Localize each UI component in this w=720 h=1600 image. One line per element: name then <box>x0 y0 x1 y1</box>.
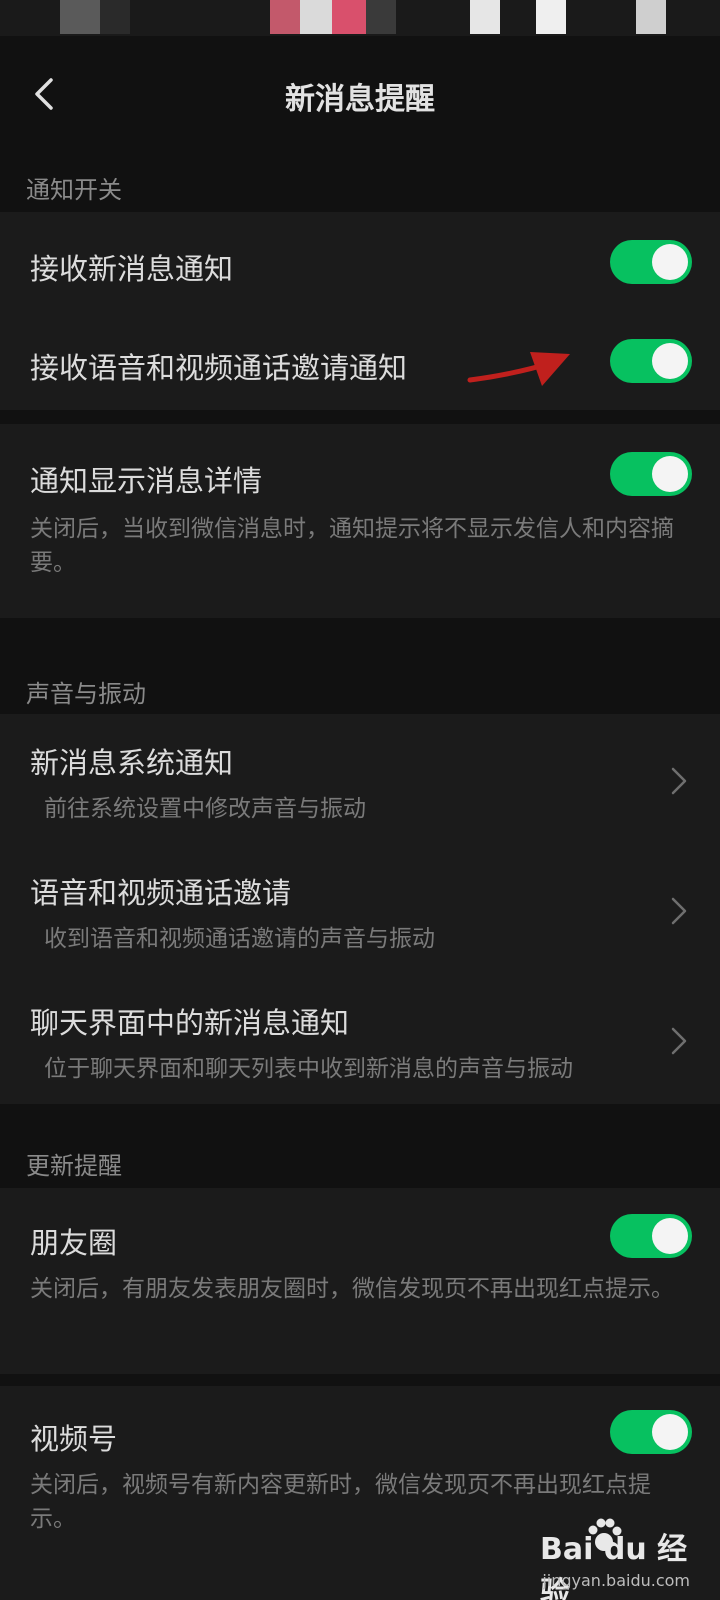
chevron-right-icon <box>671 767 687 795</box>
status-blur-block <box>100 0 130 34</box>
status-blur-block <box>60 0 100 34</box>
sound-item-title: 聊天界面中的新消息通知 <box>30 1006 350 1040</box>
toggle-knob <box>652 456 688 492</box>
show-details-label: 通知显示消息详情 <box>30 464 263 498</box>
chevron-right-icon <box>671 897 687 925</box>
status-blur-block <box>536 0 566 34</box>
toggle-knob <box>652 1414 688 1450</box>
channels-toggle[interactable] <box>610 1410 692 1454</box>
watermark-url: jingyan.baidu.com <box>542 1571 690 1590</box>
sound-item-title: 新消息系统通知 <box>30 746 234 780</box>
section-header-notify: 通知开关 <box>26 176 122 204</box>
chevron-right-icon <box>671 1027 687 1055</box>
toggle-knob <box>652 244 688 280</box>
moments-label: 朋友圈 <box>30 1226 118 1260</box>
status-blur-block <box>332 0 366 34</box>
status-blur-block <box>636 0 666 34</box>
moments-toggle[interactable] <box>610 1214 692 1258</box>
show-details-toggle[interactable] <box>610 452 692 496</box>
moments-description: 关闭后，有朋友发表朋友圈时，微信发现页不再出现红点提示。 <box>30 1276 674 1302</box>
receive-calls-toggle[interactable] <box>610 339 692 383</box>
status-blur-block <box>300 0 332 34</box>
sound-item-description: 收到语音和视频通话邀请的声音与振动 <box>44 926 435 952</box>
page-title: 新消息提醒 <box>285 82 435 117</box>
status-bar <box>0 0 720 36</box>
status-blur-block <box>470 0 500 34</box>
show-details-description: 关闭后，当收到微信消息时，通知提示将不显示发信人和内容摘要。 <box>30 516 674 576</box>
receive-messages-toggle[interactable] <box>610 240 692 284</box>
sound-item-description: 位于聊天界面和聊天列表中收到新消息的声音与振动 <box>44 1056 573 1082</box>
toggle-knob <box>652 343 688 379</box>
red-annotation-arrow-icon <box>467 352 570 386</box>
show-details-card: 通知显示消息详情 关闭后，当收到微信消息时，通知提示将不显示发信人和内容摘要。 <box>0 424 720 618</box>
status-blur-block <box>270 0 300 34</box>
section-header-updates: 更新提醒 <box>26 1152 122 1180</box>
sound-card: 新消息系统通知 前往系统设置中修改声音与振动 语音和视频通话邀请 收到语音和视频… <box>0 714 720 1104</box>
section-header-sound: 声音与振动 <box>26 680 146 708</box>
baidu-watermark: Bai du 经验 jingyan.baidu.com <box>540 1516 690 1600</box>
nav-bar: 新消息提醒 <box>0 36 720 148</box>
sound-item-title: 语音和视频通话邀请 <box>30 876 292 910</box>
sound-item-calls[interactable]: 语音和视频通话邀请 收到语音和视频通话邀请的声音与振动 <box>0 844 720 974</box>
notify-card: 接收新消息通知 接收语音和视频通话邀请通知 <box>0 212 720 410</box>
toggle-knob <box>652 1218 688 1254</box>
sound-item-system[interactable]: 新消息系统通知 前往系统设置中修改声音与振动 <box>0 714 720 844</box>
channels-label: 视频号 <box>30 1422 118 1456</box>
sound-item-chat[interactable]: 聊天界面中的新消息通知 位于聊天界面和聊天列表中收到新消息的声音与振动 <box>0 974 720 1104</box>
moments-card: 朋友圈 关闭后，有朋友发表朋友圈时，微信发现页不再出现红点提示。 <box>0 1188 720 1374</box>
receive-calls-label: 接收语音和视频通话邀请通知 <box>30 351 408 385</box>
receive-messages-label: 接收新消息通知 <box>30 252 234 286</box>
sound-item-description: 前往系统设置中修改声音与振动 <box>44 796 366 822</box>
status-blur-block <box>366 0 396 34</box>
